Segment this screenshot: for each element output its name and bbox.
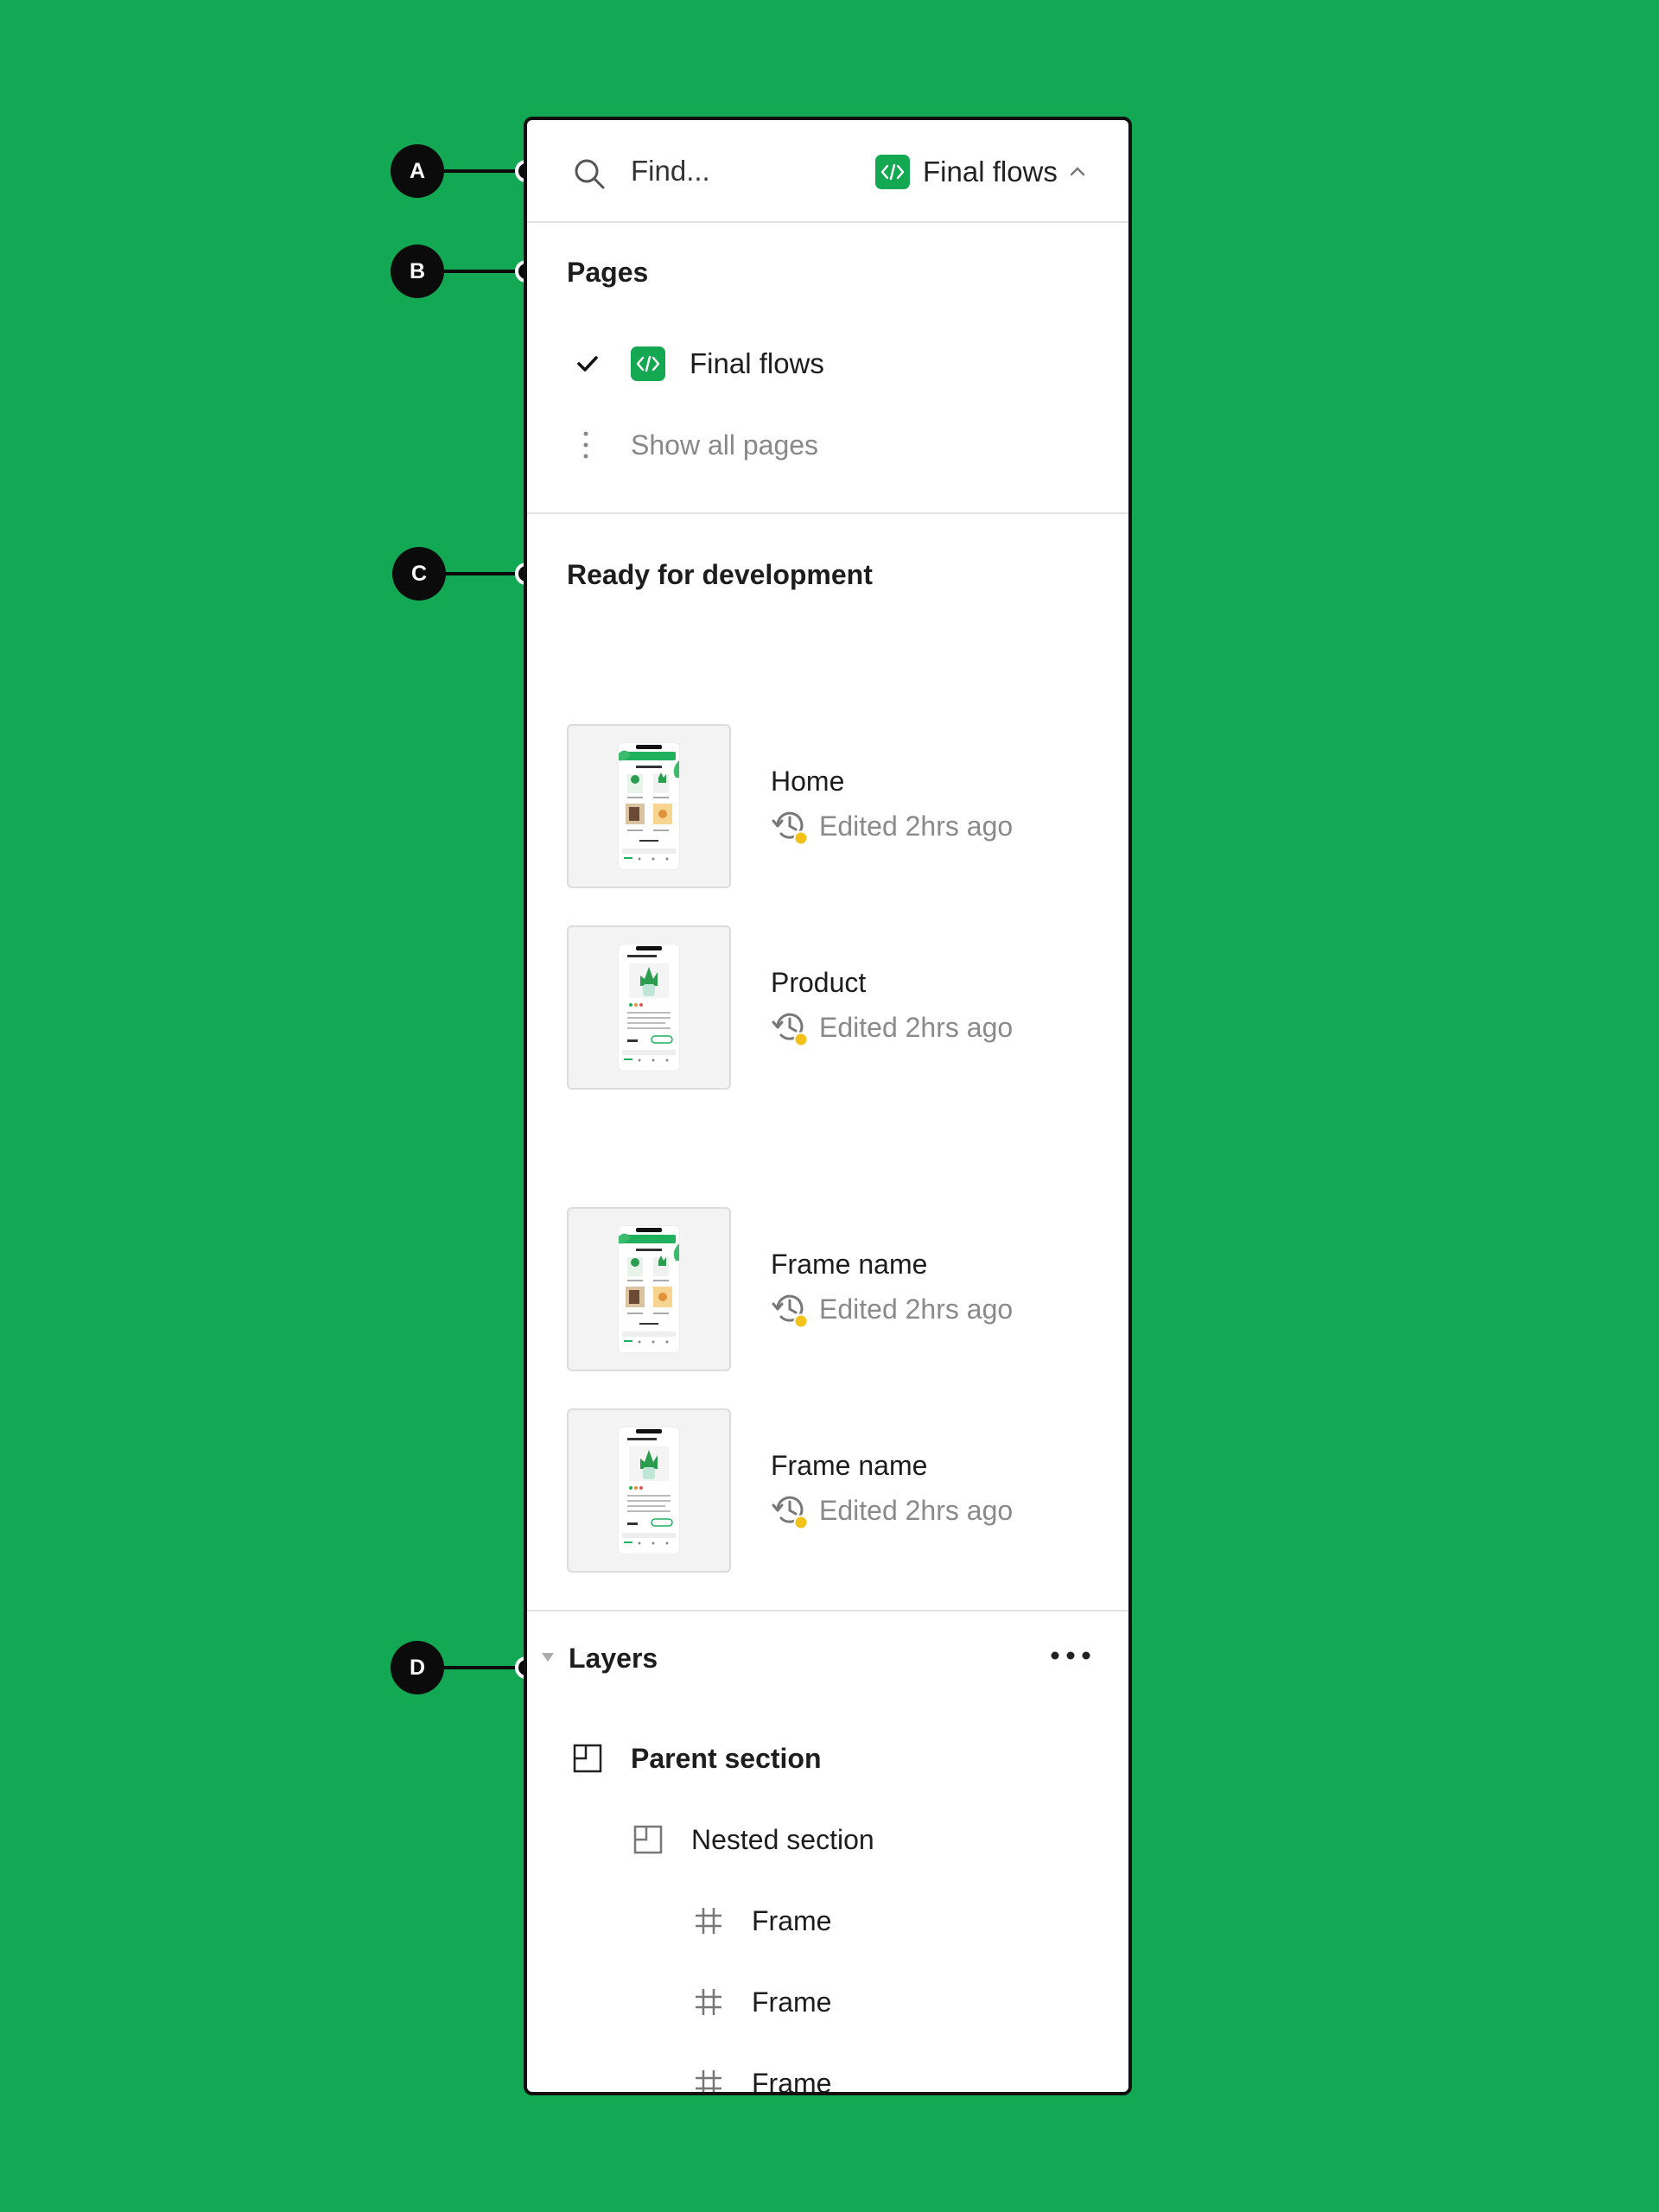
layer-label: Frame [752, 1986, 832, 2018]
dev-mode-icon [631, 346, 665, 381]
edited-status: Edited 2hrs ago [771, 1290, 1013, 1328]
phone-preview-image [619, 743, 679, 869]
layer-item-nested-section[interactable]: Nested section [527, 1812, 1128, 1864]
page-switcher[interactable]: Final flows [875, 155, 1087, 189]
page-item-final-flows[interactable]: Final flows [527, 338, 1128, 390]
dev-mode-icon [875, 155, 910, 189]
phone-preview-image [619, 1226, 679, 1352]
frame-name: Product [771, 967, 867, 998]
frame-item[interactable]: Frame name Edited 2hrs ago [527, 1408, 1128, 1574]
caret-down-icon[interactable] [541, 1651, 555, 1663]
history-icon [772, 1496, 809, 1529]
phone-preview-image [619, 1427, 679, 1554]
check-icon [577, 356, 598, 372]
history-icon [772, 811, 809, 845]
chevron-up-icon [1070, 167, 1085, 176]
frame-thumbnail [567, 724, 731, 888]
edited-status: Edited 2hrs ago [771, 807, 1013, 845]
callout-d-line [442, 1666, 525, 1669]
dev-mode-panel: Find... Final flows Pages Final flows Sh… [524, 117, 1132, 2095]
callout-c: C [392, 547, 446, 601]
edited-label: Edited 2hrs ago [819, 810, 1014, 842]
frame-name: Frame name [771, 1450, 928, 1481]
callout-b: B [391, 245, 444, 298]
layer-item-frame[interactable]: Frame [527, 2056, 1128, 2095]
layer-label: Nested section [691, 1824, 874, 1855]
frame-item[interactable]: Product Edited 2hrs ago [527, 925, 1128, 1091]
current-page-label: Final flows [923, 156, 1058, 188]
edited-label: Edited 2hrs ago [819, 1293, 1014, 1325]
phone-preview-image [619, 944, 679, 1071]
more-horizontal-icon[interactable] [1049, 1649, 1092, 1662]
callout-d: D [391, 1641, 444, 1694]
history-icon [772, 1294, 809, 1328]
search-icon[interactable] [572, 156, 607, 191]
frame-item[interactable]: Frame name Edited 2hrs ago [527, 1207, 1128, 1373]
ready-for-dev-title: Ready for development [567, 559, 873, 590]
callout-a: A [391, 144, 444, 198]
edited-status: Edited 2hrs ago [771, 1008, 1013, 1046]
frame-hash-icon [696, 2070, 721, 2092]
layer-item-frame[interactable]: Frame [527, 1974, 1128, 2026]
pages-title: Pages [567, 257, 649, 288]
callout-a-line [442, 169, 525, 173]
more-vertical-icon [583, 431, 588, 459]
frame-hash-icon [696, 1908, 721, 1934]
show-all-pages-label: Show all pages [631, 429, 819, 461]
layers-header: Layers [527, 1634, 1128, 1686]
edited-label: Edited 2hrs ago [819, 1494, 1014, 1526]
layer-label: Parent section [631, 1743, 822, 1774]
callout-c-line [442, 572, 525, 575]
section-icon [633, 1825, 663, 1854]
panel-header: Find... Final flows [527, 120, 1128, 223]
edited-label: Edited 2hrs ago [819, 1011, 1014, 1043]
layers-title: Layers [569, 1643, 658, 1674]
page-item-label: Final flows [690, 347, 824, 379]
frame-thumbnail [567, 925, 731, 1090]
section-icon [573, 1744, 602, 1773]
frame-thumbnail [567, 1207, 731, 1371]
layer-label: Frame [752, 2068, 832, 2095]
frame-hash-icon [696, 1989, 721, 2015]
frame-item[interactable]: Home Edited 2hrs ago [527, 724, 1128, 890]
search-input[interactable]: Find... [631, 155, 710, 188]
layer-item-frame[interactable]: Frame [527, 1893, 1128, 1945]
frame-name: Home [771, 766, 845, 797]
edited-status: Edited 2hrs ago [771, 1491, 1013, 1529]
frame-name: Frame name [771, 1249, 928, 1280]
frame-thumbnail [567, 1408, 731, 1573]
divider [527, 512, 1128, 514]
show-all-pages-button[interactable]: Show all pages [527, 419, 1128, 471]
divider [527, 1610, 1128, 1611]
layer-item-parent-section[interactable]: Parent section [527, 1731, 1128, 1783]
layer-label: Frame [752, 1905, 832, 1936]
history-icon [772, 1013, 809, 1046]
callout-b-line [442, 270, 525, 273]
